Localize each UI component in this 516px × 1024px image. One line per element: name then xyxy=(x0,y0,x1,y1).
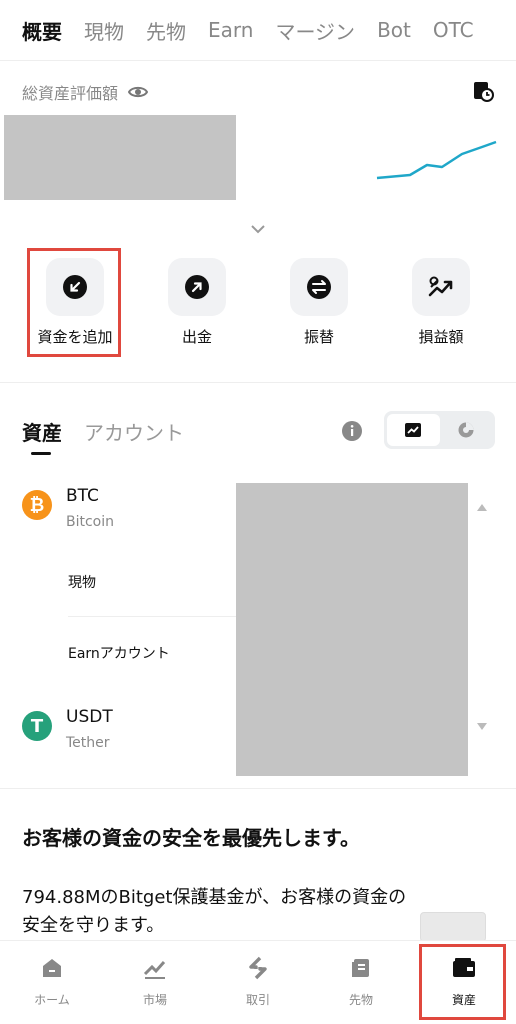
tab-margin[interactable]: マージン xyxy=(275,16,355,45)
withdraw-button[interactable]: 出金 xyxy=(147,258,247,347)
top-tab-bar: 概要 現物 先物 Earn マージン Bot OTC xyxy=(0,0,516,60)
tab-bot[interactable]: Bot xyxy=(377,18,411,42)
divider xyxy=(0,382,516,383)
action-tile xyxy=(290,258,348,316)
caret-up-icon[interactable] xyxy=(476,502,488,512)
action-label: 出金 xyxy=(181,328,212,346)
coin-symbol: USDT xyxy=(66,707,113,727)
nav-futures[interactable]: 先物 xyxy=(311,955,411,1008)
arrow-up-right-icon xyxy=(185,275,209,299)
action-tile xyxy=(168,258,226,316)
caret-down-icon[interactable] xyxy=(476,722,488,732)
pnl-button[interactable]: 損益額 xyxy=(391,258,491,347)
action-label: 損益額 xyxy=(418,328,464,346)
tab-assets[interactable]: 資産 xyxy=(22,417,62,446)
history-icon[interactable] xyxy=(472,80,494,102)
chevron-down-icon[interactable] xyxy=(249,222,267,236)
info-icon[interactable] xyxy=(341,420,363,442)
nav-market[interactable]: 市場 xyxy=(105,955,205,1008)
nav-label: 先物 xyxy=(348,993,373,1007)
view-toggle xyxy=(384,411,495,449)
nav-label: ホーム xyxy=(34,993,70,1007)
coin-name: Tether xyxy=(66,735,110,751)
total-assets-title: 総資産評価額 xyxy=(22,84,119,103)
action-tile xyxy=(412,258,470,316)
futures-icon xyxy=(348,955,374,981)
home-icon xyxy=(39,955,65,981)
tab-earn[interactable]: Earn xyxy=(208,18,253,42)
coin-name: Bitcoin xyxy=(66,514,115,530)
pnl-icon xyxy=(428,276,453,297)
market-icon xyxy=(142,955,168,981)
nav-trade[interactable]: 取引 xyxy=(208,955,308,1008)
safe-vault-image xyxy=(420,912,486,942)
tether-icon: T xyxy=(22,711,52,741)
line-chart-toggle[interactable] xyxy=(387,414,440,446)
divider xyxy=(68,616,238,617)
tab-futures[interactable]: 先物 xyxy=(146,16,186,45)
promo-title: お客様の資金の安全を最優先します。 xyxy=(22,826,360,850)
divider xyxy=(0,788,516,789)
line-chart-icon xyxy=(405,423,422,437)
promo-body: 794.88MのBitget保護基金が、お客様の資金の安全を守ります。 xyxy=(22,887,407,936)
list-item-usdt[interactable]: T USDT Tether xyxy=(22,707,222,767)
balance-redacted xyxy=(4,115,236,200)
bitcoin-icon: ₿ xyxy=(22,490,52,520)
sub-item-earn[interactable]: Earnアカウント xyxy=(68,643,170,663)
divider xyxy=(0,60,516,61)
asset-tab-bar: 資産 アカウント xyxy=(22,414,206,448)
assets-header: 総資産評価額 xyxy=(22,80,494,104)
active-tab-indicator xyxy=(31,452,51,455)
highlight-box xyxy=(27,248,121,357)
balance-sparkline xyxy=(376,140,497,180)
transfer-icon xyxy=(307,275,331,299)
pie-chart-icon xyxy=(458,422,474,438)
sub-item-spot[interactable]: 現物 xyxy=(68,572,96,592)
tab-account[interactable]: アカウント xyxy=(84,417,184,446)
action-label: 振替 xyxy=(303,328,334,346)
nav-label: 取引 xyxy=(245,993,270,1007)
transfer-button[interactable]: 振替 xyxy=(269,258,369,347)
tab-overview[interactable]: 概要 xyxy=(22,16,62,45)
list-item-btc[interactable]: ₿ BTC Bitcoin xyxy=(22,486,222,546)
coin-symbol: BTC xyxy=(66,486,99,506)
tab-otc[interactable]: OTC xyxy=(433,18,474,42)
eye-icon[interactable] xyxy=(128,82,149,102)
amounts-redacted xyxy=(236,483,468,776)
tab-spot[interactable]: 現物 xyxy=(84,16,124,45)
nav-home[interactable]: ホーム xyxy=(2,955,102,1008)
nav-label: 市場 xyxy=(142,993,167,1007)
trade-icon xyxy=(245,955,271,981)
pie-chart-toggle[interactable] xyxy=(440,414,493,446)
highlight-box xyxy=(419,944,506,1020)
